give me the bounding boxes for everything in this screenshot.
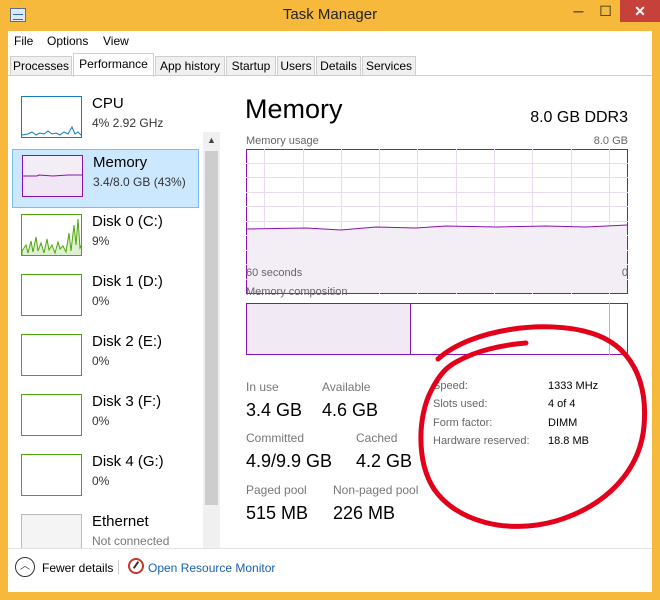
resource-subtitle: 0%: [92, 474, 110, 488]
memory-usage-max: 8.0 GB: [593, 135, 628, 147]
hardware-reserved-value: 18.8 MB: [548, 435, 589, 447]
ethernet-thumbnail-graph: [21, 514, 82, 548]
speed-label: Speed:: [433, 380, 468, 392]
paged-pool-label: Paged pool: [246, 483, 307, 497]
disk-3-thumbnail-graph: [21, 394, 82, 436]
footer-separator: [118, 560, 119, 574]
memory-thumbnail-graph: [22, 155, 83, 197]
non-paged-pool-label: Non-paged pool: [333, 483, 419, 497]
slots-used-label: Slots used:: [433, 398, 488, 410]
resource-title: Memory: [93, 154, 148, 171]
tab-app-history[interactable]: App history: [155, 56, 225, 76]
resource-subtitle: 9%: [92, 234, 110, 248]
open-resource-monitor-link[interactable]: Open Resource Monitor: [148, 561, 275, 575]
cpu-thumbnail-graph: [21, 96, 82, 138]
resource-title: Disk 1 (D:): [92, 273, 163, 290]
menu-file[interactable]: File: [14, 34, 33, 48]
non-paged-pool-value: 226 MB: [333, 503, 396, 523]
window-frame-right: [652, 31, 660, 600]
resource-subtitle: 0%: [92, 414, 110, 428]
memory-composition-label: Memory composition: [246, 286, 348, 298]
available-value: 4.6 GB: [322, 400, 379, 420]
tab-strip: Processes Performance App history Startu…: [8, 52, 652, 77]
resource-subtitle: 0%: [92, 354, 110, 368]
tab-processes[interactable]: Processes: [10, 56, 72, 76]
window-frame-left: [0, 31, 8, 600]
scroll-thumb[interactable]: [205, 151, 218, 505]
footer-divider: [8, 548, 652, 549]
menu-bar: File Options View: [8, 31, 652, 51]
hardware-reserved-label: Hardware reserved:: [433, 435, 530, 447]
available-label: Available: [322, 380, 371, 394]
resource-title: Disk 4 (G:): [92, 453, 164, 470]
resource-title: Disk 0 (C:): [92, 213, 163, 230]
tab-services[interactable]: Services: [362, 56, 416, 76]
window-client: File Options View Processes Performance …: [8, 31, 652, 592]
resource-title: Disk 3 (F:): [92, 393, 162, 410]
memory-usage-label: Memory usage: [246, 135, 319, 147]
resource-item-cpu[interactable]: CPU 4% 2.92 GHz: [12, 91, 199, 150]
resource-item-memory[interactable]: Memory 3.4/8.0 GB (43%): [12, 149, 199, 208]
resource-title: CPU: [92, 95, 124, 112]
form-factor-value: DIMM: [548, 417, 578, 429]
memory-composition-bar: [246, 303, 628, 355]
close-button[interactable]: ✕: [620, 0, 660, 22]
window-frame-bottom: [0, 592, 660, 600]
resource-list-scrollbar[interactable]: ▲ ▼: [203, 132, 220, 548]
time-span-label: 60 seconds: [246, 267, 303, 279]
disk-2-thumbnail-graph: [21, 334, 82, 376]
resource-title: Disk 2 (E:): [92, 333, 163, 350]
resource-subtitle: Not connected: [92, 534, 170, 548]
resource-item-disk-4[interactable]: Disk 4 (G:) 0%: [12, 449, 199, 508]
resource-item-disk-3[interactable]: Disk 3 (F:) 0%: [12, 389, 199, 448]
tab-performance[interactable]: Performance: [73, 53, 154, 77]
scroll-up-arrow-icon[interactable]: ▲: [203, 132, 220, 149]
tab-details[interactable]: Details: [316, 56, 361, 76]
title-bar: Task Manager ─ ☐ ✕: [0, 0, 660, 31]
resource-subtitle: 0%: [92, 294, 110, 308]
tab-startup[interactable]: Startup: [226, 56, 276, 76]
in-use-value: 3.4 GB: [246, 400, 303, 420]
resource-item-disk-2[interactable]: Disk 2 (E:) 0%: [12, 329, 199, 388]
resource-list: CPU 4% 2.92 GHz Memory 3.4/8.0 GB (43%) …: [8, 76, 220, 548]
chevron-up-icon[interactable]: ︿: [15, 557, 35, 577]
paged-pool-value: 515 MB: [246, 503, 309, 523]
time-end-label: 0: [621, 267, 628, 279]
page-title: Memory: [245, 94, 343, 124]
resource-monitor-icon[interactable]: [128, 558, 144, 574]
resource-item-disk-0[interactable]: Disk 0 (C:) 9%: [12, 209, 199, 268]
memory-spec: 8.0 GB DDR3: [530, 109, 628, 126]
committed-label: Committed: [246, 431, 305, 445]
resource-subtitle: 3.4/8.0 GB (43%): [93, 175, 186, 189]
menu-view[interactable]: View: [103, 34, 129, 48]
memory-usage-graph: [246, 149, 628, 294]
window-title: Task Manager: [282, 6, 378, 23]
slots-used-value: 4 of 4: [548, 398, 576, 410]
disk-0-thumbnail-graph: [21, 214, 82, 256]
resource-subtitle: 4% 2.92 GHz: [92, 116, 164, 130]
disk-4-thumbnail-graph: [21, 454, 82, 496]
maximize-button[interactable]: ☐: [592, 0, 619, 22]
resource-item-ethernet[interactable]: Ethernet Not connected: [12, 509, 199, 548]
resource-title: Ethernet: [92, 513, 149, 530]
resource-item-disk-1[interactable]: Disk 1 (D:) 0%: [12, 269, 199, 328]
cached-value: 4.2 GB: [356, 451, 413, 471]
committed-value: 4.9/9.9 GB: [246, 451, 333, 471]
minimize-button[interactable]: ─: [565, 0, 592, 22]
speed-value: 1333 MHz: [548, 380, 599, 392]
in-use-label: In use: [246, 380, 279, 394]
disk-1-thumbnail-graph: [21, 274, 82, 316]
cached-label: Cached: [356, 431, 398, 445]
form-factor-label: Form factor:: [433, 417, 493, 429]
fewer-details-button[interactable]: Fewer details: [42, 561, 113, 575]
tab-users[interactable]: Users: [277, 56, 315, 76]
menu-options[interactable]: Options: [47, 34, 88, 48]
